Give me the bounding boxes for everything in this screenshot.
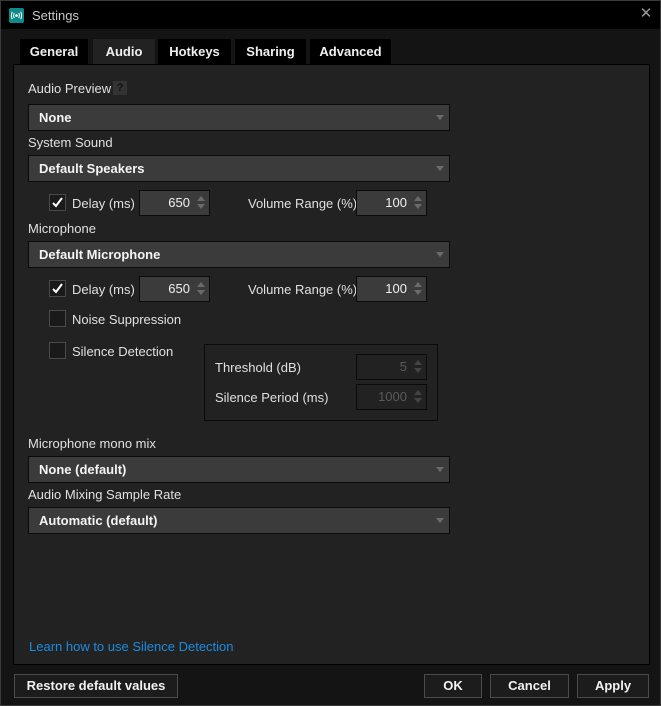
window-title: Settings: [32, 8, 79, 23]
apply-button[interactable]: Apply: [577, 674, 649, 698]
spin-arrows-icon[interactable]: [414, 282, 422, 296]
mono-mix-label: Microphone mono mix: [28, 436, 156, 451]
mic-delay-spinbox[interactable]: 650: [139, 276, 210, 302]
tab-general[interactable]: General: [20, 39, 88, 64]
help-icon[interactable]: ?: [113, 81, 127, 95]
system-volume-range-label: Volume Range (%): [248, 196, 358, 211]
mic-delay-label: Delay (ms): [72, 282, 135, 297]
broadcast-icon: [9, 8, 24, 23]
sample-rate-label: Audio Mixing Sample Rate: [28, 487, 182, 502]
tab-advanced[interactable]: Advanced: [310, 39, 391, 64]
chevron-down-icon: [436, 518, 444, 523]
system-delay-spinbox[interactable]: 650: [139, 190, 210, 216]
audio-preview-value: None: [39, 110, 72, 125]
tab-hotkeys[interactable]: Hotkeys: [158, 39, 231, 64]
microphone-value: Default Microphone: [39, 247, 161, 262]
system-delay-label: Delay (ms): [72, 196, 135, 211]
noise-suppression-checkbox[interactable]: [49, 310, 66, 327]
cancel-button[interactable]: Cancel: [490, 674, 569, 698]
noise-suppression-label: Noise Suppression: [72, 312, 182, 327]
mono-mix-select[interactable]: None (default): [28, 456, 450, 483]
learn-silence-detection-link[interactable]: Learn how to use Silence Detection: [29, 639, 234, 654]
chevron-down-icon: [436, 166, 444, 171]
threshold-label: Threshold (dB): [215, 360, 301, 375]
spin-arrows-icon[interactable]: [414, 360, 422, 374]
mic-volume-range-label: Volume Range (%): [248, 282, 358, 297]
checkmark-icon: [52, 197, 63, 208]
silence-period-value: 1000: [378, 389, 407, 404]
chevron-down-icon: [436, 252, 444, 257]
system-delay-value: 650: [168, 195, 190, 210]
tab-audio[interactable]: Audio: [92, 38, 156, 66]
settings-window: Settings ✕ General Audio Hotkeys Sharing…: [0, 0, 661, 706]
tab-sharing[interactable]: Sharing: [235, 39, 306, 64]
chevron-down-icon: [436, 115, 444, 120]
silence-detection-checkbox[interactable]: [49, 342, 66, 359]
system-sound-value: Default Speakers: [39, 161, 145, 176]
microphone-select[interactable]: Default Microphone: [28, 241, 450, 268]
mono-mix-value: None (default): [39, 462, 127, 477]
silence-period-spinbox[interactable]: 1000: [356, 384, 427, 410]
mic-volume-range-spinbox[interactable]: 100: [356, 276, 427, 302]
audio-preview-label: Audio Preview: [28, 81, 112, 96]
spin-arrows-icon[interactable]: [197, 282, 205, 296]
restore-defaults-button[interactable]: Restore default values: [14, 674, 178, 698]
mic-delay-checkbox[interactable]: [49, 280, 66, 297]
close-icon[interactable]: ✕: [639, 6, 653, 21]
sample-rate-select[interactable]: Automatic (default): [28, 507, 450, 534]
threshold-spinbox[interactable]: 5: [356, 354, 427, 380]
threshold-value: 5: [399, 359, 407, 374]
audio-preview-select[interactable]: None: [28, 104, 450, 131]
system-delay-checkbox[interactable]: [49, 194, 66, 211]
chevron-down-icon: [436, 467, 444, 472]
silence-period-label: Silence Period (ms): [215, 390, 329, 405]
system-sound-select[interactable]: Default Speakers: [28, 155, 450, 182]
spin-arrows-icon[interactable]: [197, 196, 205, 210]
system-sound-label: System Sound: [28, 135, 113, 150]
ok-button[interactable]: OK: [424, 674, 482, 698]
spin-arrows-icon[interactable]: [414, 196, 422, 210]
checkmark-icon: [52, 283, 63, 294]
mic-volume-range-value: 100: [385, 281, 407, 296]
sample-rate-value: Automatic (default): [39, 513, 158, 528]
mic-delay-value: 650: [168, 281, 190, 296]
spin-arrows-icon[interactable]: [414, 390, 422, 404]
system-volume-range-spinbox[interactable]: 100: [356, 190, 427, 216]
silence-detection-label: Silence Detection: [72, 344, 174, 359]
title-bar[interactable]: Settings ✕: [1, 1, 660, 29]
microphone-label: Microphone: [28, 221, 96, 236]
system-volume-range-value: 100: [385, 195, 407, 210]
